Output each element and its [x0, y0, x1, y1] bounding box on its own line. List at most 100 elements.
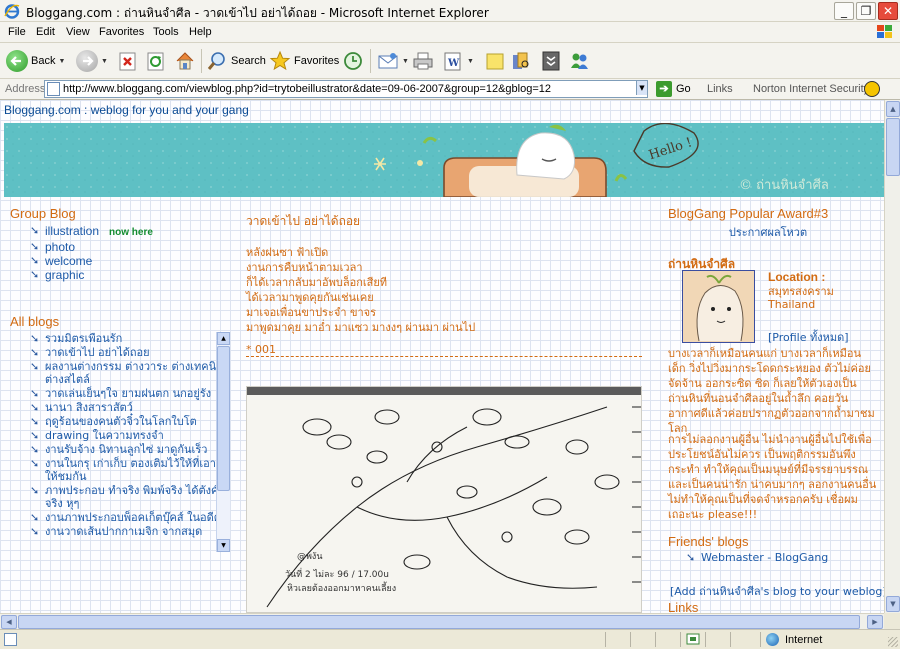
arrow-down-right-icon: ➘: [30, 346, 40, 359]
minimize-button[interactable]: _: [834, 2, 854, 20]
menu-favorites[interactable]: Favorites: [99, 26, 144, 38]
group-blog-item-label: graphic: [45, 268, 85, 282]
printer-icon: [413, 52, 433, 70]
norton-label[interactable]: Norton Internet Security: [753, 83, 869, 95]
all-blogs-item[interactable]: ➘ ผลงานต่างกรรม ต่างวาระ ต่างเทคนิค ต่างส…: [30, 360, 230, 386]
forward-button[interactable]: ▼: [76, 48, 108, 74]
all-blogs-item[interactable]: ➘ ภาพประกอบ ทำจริง พิมพ์จริง ได้ตังค์จริง…: [30, 484, 230, 510]
back-button[interactable]: Back ▼: [6, 48, 65, 74]
menu-tools[interactable]: Tools: [153, 26, 179, 38]
vertical-scrollbar[interactable]: ▲ ▼: [884, 100, 900, 613]
group-blog-item[interactable]: ➘ illustration now here: [30, 224, 235, 240]
messenger-button[interactable]: [568, 48, 590, 74]
status-divider: [605, 632, 606, 647]
history-button[interactable]: [342, 48, 364, 74]
all-blogs-item[interactable]: ➘ drawing ในความทรงจำ: [30, 429, 230, 442]
friend-blog-link[interactable]: ➘ Webmaster - BlogGang: [686, 551, 828, 564]
discuss-button[interactable]: [484, 48, 506, 74]
avatar[interactable]: [682, 270, 755, 343]
menu-view[interactable]: View: [66, 26, 90, 38]
sketchbook-drawing: @พงัน วันที่ 2 ไม่ละ 96 / 17.00u หิวเลยต…: [247, 387, 641, 612]
media-button[interactable]: [540, 48, 562, 74]
stop-button[interactable]: [118, 48, 138, 74]
group-blog-title: Group Blog: [10, 206, 76, 221]
resize-grip-icon[interactable]: [888, 637, 898, 647]
group-blog-item[interactable]: ➘ graphic: [30, 268, 235, 282]
arrow-down-right-icon: ➘: [30, 225, 40, 237]
menu-edit[interactable]: Edit: [36, 26, 55, 38]
arrow-down-right-icon: ➘: [30, 255, 40, 267]
mail-dropdown-icon[interactable]: ▼: [402, 58, 409, 65]
search-button[interactable]: Search: [206, 48, 266, 74]
scroll-left-arrow-icon[interactable]: ◀: [1, 615, 17, 629]
research-button[interactable]: [510, 48, 532, 74]
windows-logo-icon: [877, 25, 892, 38]
maximize-button[interactable]: ❐: [856, 2, 876, 20]
back-arrow-icon: [6, 50, 28, 72]
refresh-icon: [147, 52, 164, 71]
group-blog-item-label: illustration: [45, 224, 100, 238]
edit-dropdown-icon[interactable]: ▼: [467, 58, 474, 65]
close-button[interactable]: ✕: [878, 2, 898, 20]
scroll-thumb[interactable]: [217, 346, 230, 491]
back-dropdown-icon[interactable]: ▼: [58, 58, 65, 65]
all-blogs-item[interactable]: ➘ นานา สิงสาราสัตว์: [30, 401, 230, 414]
go-arrow-icon: ➔: [656, 81, 672, 97]
scroll-down-arrow-icon[interactable]: ▼: [217, 539, 230, 552]
vertical-scroll-thumb[interactable]: [886, 118, 900, 176]
location-line: Thailand: [768, 298, 816, 311]
internet-explorer-icon: [4, 4, 20, 19]
all-blogs-item[interactable]: ➘ วาดเข้าไป อย่าได้ถอย: [30, 346, 230, 359]
arrow-down-right-icon: ➘: [30, 429, 40, 442]
go-button[interactable]: ➔ Go: [656, 81, 691, 97]
mail-button[interactable]: ▼: [377, 48, 409, 74]
address-input[interactable]: http://www.bloggang.com/viewblog.php?id=…: [44, 80, 648, 98]
menu-file[interactable]: File: [8, 26, 26, 38]
post-title: วาดเข้าไป อย่าได้ถอย: [246, 214, 361, 228]
menu-help[interactable]: Help: [189, 26, 212, 38]
all-blogs-title: All blogs: [10, 314, 60, 329]
home-button[interactable]: [174, 48, 196, 74]
post-line: หลังฝนซา ฟ้าเปิด: [246, 246, 329, 259]
toolbar-separator: [201, 49, 202, 73]
refresh-button[interactable]: [146, 48, 166, 74]
add-blog-link[interactable]: [Add ถ่านหินจำศีล's blog to your weblog]: [670, 582, 884, 600]
all-blogs-item[interactable]: ➘ วาดเล่นเย็นๆใจ ยามฝนตก นกอยู่รัง: [30, 387, 230, 400]
all-blogs-item[interactable]: ➘ งานรับจ้าง นิทานลูกไซ่ มาดูกันเร็ว: [30, 443, 230, 456]
scroll-up-arrow-icon[interactable]: ▲: [217, 332, 230, 345]
award-title[interactable]: BlogGang Popular Award#3: [668, 206, 878, 221]
scroll-right-arrow-icon[interactable]: ▶: [867, 615, 883, 629]
group-blog-item[interactable]: ➘ welcome: [30, 254, 235, 268]
edit-button[interactable]: W ▼: [442, 48, 474, 74]
word-document-icon: W: [444, 52, 461, 71]
scroll-down-arrow-icon[interactable]: ▼: [886, 596, 900, 612]
site-tagline-link[interactable]: Bloggang.com : weblog for you and your g…: [4, 103, 249, 117]
friends-blogs-title: Friends' blogs: [668, 534, 749, 549]
mail-icon: [378, 53, 398, 69]
print-button[interactable]: [412, 48, 434, 74]
forward-dropdown-icon[interactable]: ▼: [101, 58, 108, 65]
all-blogs-scrollbar[interactable]: ▲ ▼: [216, 332, 230, 552]
scroll-up-arrow-icon[interactable]: ▲: [886, 101, 900, 117]
all-blogs-item-label: ผลงานต่างกรรม ต่างวาระ ต่างเทคนิค ต่างสไ…: [45, 360, 224, 386]
favorites-button[interactable]: Favorites: [269, 48, 339, 74]
all-blogs-item[interactable]: ➘ ฤดูร้อนของคนตัวจิ๋วในโลกใบโต: [30, 415, 230, 428]
toolbar: Back ▼ ▼ Search Favorites ▼ W ▼: [0, 43, 900, 79]
award-subtitle-link[interactable]: ประกาศผลโหวต: [658, 223, 878, 241]
title-bar: Bloggang.com : ถ่านหินจำศีล - วาดเข้าไป …: [0, 0, 900, 22]
all-blogs-item[interactable]: ➘ งานภาพประกอบพ็อคเก็ตบุ๊คส์ ในอดีต: [30, 511, 230, 524]
all-blogs-item[interactable]: ➘ งานวาดเส้นปากกาเมจิก จากสมุด: [30, 525, 230, 538]
all-blogs-item[interactable]: ➘ รวมมิตรเพื่อนรัก: [30, 332, 230, 345]
sticky-note-icon: [486, 53, 504, 70]
group-blog-item[interactable]: ➘ photo: [30, 240, 235, 254]
address-dropdown-icon[interactable]: ▼: [636, 81, 647, 95]
all-blogs-item-label: งานในกรุ เก่าเก็บ ตองเติมไว้ให้ที่เอามาใ…: [45, 457, 230, 483]
norton-shield-icon[interactable]: [864, 81, 880, 97]
address-bar: Address http://www.bloggang.com/viewblog…: [0, 79, 900, 100]
all-blogs-item[interactable]: ➘ งานในกรุ เก่าเก็บ ตองเติมไว้ให้ที่เอามา…: [30, 457, 230, 483]
profile-link[interactable]: [Profile ทั้งหมด]: [768, 328, 849, 346]
back-label: Back: [31, 55, 56, 67]
horizontal-scroll-thumb[interactable]: [18, 615, 860, 629]
horizontal-scrollbar[interactable]: ◀ ▶: [0, 613, 884, 629]
links-toolbar-button[interactable]: Links: [707, 83, 733, 95]
